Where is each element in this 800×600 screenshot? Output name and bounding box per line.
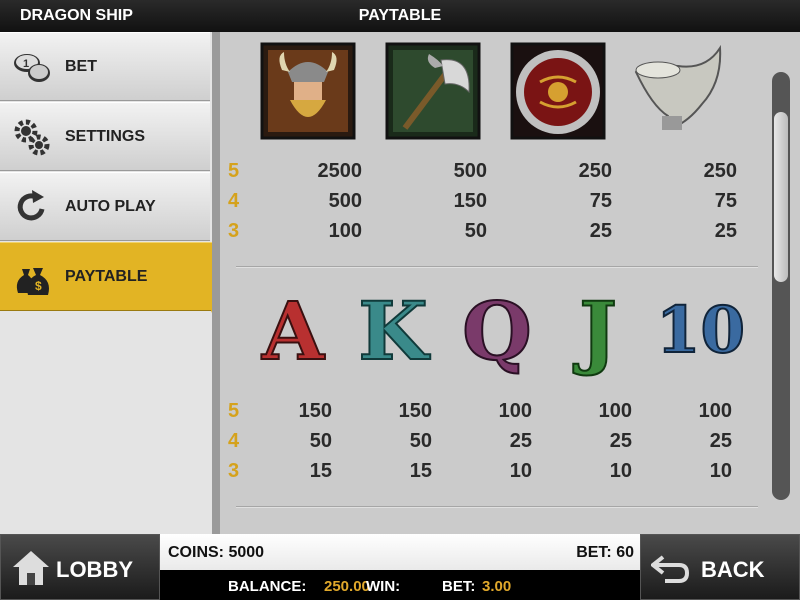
bet-label: BET: [576, 544, 612, 561]
pay-value: 100 [328, 220, 362, 242]
sidebar-item-label: AUTO PLAY [65, 198, 156, 215]
symbol-a: A [261, 284, 325, 378]
pay-value: 10 [509, 460, 532, 482]
pay-value: 50 [309, 430, 332, 452]
pay-value: 250 [703, 160, 737, 182]
section-divider [236, 506, 758, 508]
home-icon [13, 551, 49, 585]
multiplier-label: 5 [228, 400, 240, 422]
sidebar-item-label: PAYTABLE [65, 268, 148, 285]
multiplier-label: 3 [228, 220, 240, 242]
symbol-j: J [578, 284, 618, 378]
svg-text:$: $ [35, 279, 42, 293]
coins-label: COINS: [168, 544, 224, 561]
sidebar-item-paytable[interactable]: $ PAYTABLE [0, 242, 227, 313]
pay-value: 500 [453, 160, 487, 182]
multiplier-label: 4 [228, 430, 240, 452]
pay-value: 25 [509, 430, 532, 452]
pay-value: 150 [453, 190, 487, 212]
viking-icon [260, 42, 356, 140]
symbol-q: Q [461, 284, 533, 378]
sidebar-item-settings[interactable]: SETTINGS [0, 102, 210, 171]
multiplier-label: 3 [228, 460, 240, 482]
bet2-value: 3.00 [482, 578, 512, 595]
symbol-horn [632, 42, 728, 140]
multiplier-label: 5 [228, 160, 240, 182]
bet2-label: BET: [442, 578, 476, 595]
gears-icon [14, 119, 50, 156]
refresh-icon [17, 190, 45, 221]
lobby-button[interactable]: LOBBY [0, 534, 160, 600]
sidebar: 1 BET SETTINGS AUTO PLAY $ PAYTABLE [0, 32, 227, 534]
bet-value: 60 [616, 544, 634, 561]
sidebar-item-label: SETTINGS [65, 128, 146, 145]
balance-value: 250.00 [324, 578, 370, 595]
page-title: PAYTABLE [358, 7, 442, 24]
scrollbar-thumb[interactable] [774, 112, 788, 282]
symbol-viking [260, 42, 356, 140]
pay-value: 75 [589, 190, 612, 212]
pay-value: 25 [709, 430, 732, 452]
pay-value: 50 [464, 220, 487, 242]
section-divider [236, 266, 758, 268]
pay-value: 10 [609, 460, 632, 482]
sidebar-item-autoplay[interactable]: AUTO PLAY [0, 172, 210, 241]
pay-value: 15 [309, 460, 332, 482]
pay-value: 150 [398, 400, 432, 422]
sidebar-item-label: BET [65, 58, 97, 75]
pay-value: 25 [609, 430, 632, 452]
balance-label: BALANCE: [228, 578, 307, 595]
pay-value: 100 [698, 400, 732, 422]
pay-value: 25 [714, 220, 737, 242]
pay-value: 100 [498, 400, 532, 422]
pay-value: 25 [589, 220, 612, 242]
svg-text:1: 1 [23, 58, 29, 70]
pay-value: 500 [328, 190, 362, 212]
bet-readout: BET: 60 [576, 544, 634, 562]
back-arrow-icon [651, 555, 690, 583]
pay-value: 75 [714, 190, 737, 212]
symbol-shield [510, 42, 606, 140]
balance-bar: BALANCE: 250.00 WIN: BET: 3.00 [160, 570, 640, 600]
pay-value: 50 [409, 430, 432, 452]
lobby-label: LOBBY [56, 557, 133, 582]
top-bar: DRAGON SHIP PAYTABLE [0, 0, 800, 32]
pay-value: 15 [409, 460, 432, 482]
pay-value: 100 [598, 400, 632, 422]
horn-icon [634, 44, 722, 130]
money-bags-icon: $ [16, 268, 49, 295]
pay-value: 10 [709, 460, 732, 482]
win-label: WIN: [366, 578, 401, 595]
back-button[interactable]: BACK [640, 534, 800, 600]
coins-icon: 1 [14, 54, 50, 82]
coins-value: 5000 [228, 544, 265, 561]
pay-value: 2500 [317, 160, 363, 182]
pay-value: 250 [578, 160, 612, 182]
sidebar-item-bet[interactable]: 1 BET [0, 32, 210, 101]
symbol-k: K [357, 284, 429, 378]
axe-icon [385, 42, 481, 140]
game-info-panel: COINS: 5000 BET: 60 BALANCE: 250.00 WIN:… [160, 534, 640, 600]
symbol-axe [385, 42, 481, 140]
shield-icon [510, 42, 606, 140]
coins-readout: COINS: 5000 [168, 544, 264, 562]
back-label: BACK [701, 557, 765, 582]
symbol-10: 10 [655, 292, 746, 369]
multiplier-label: 4 [228, 190, 240, 212]
pay-value: 150 [298, 400, 332, 422]
